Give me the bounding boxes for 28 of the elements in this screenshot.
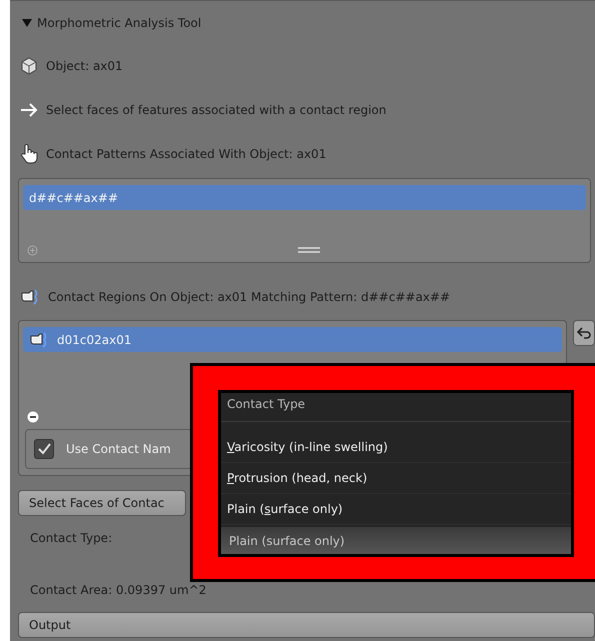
- instruction-text: Select faces of features associated with a contact region: [46, 103, 386, 117]
- undo-icon: [576, 326, 592, 340]
- menu-item[interactable]: Plain (surface only): [221, 494, 571, 525]
- remove-icon[interactable]: [27, 411, 39, 423]
- object-label: Object: ax01: [46, 59, 123, 73]
- pattern-item[interactable]: d##c##ax##: [23, 185, 586, 210]
- checkbox[interactable]: [34, 439, 54, 459]
- hand-pointer-icon: [20, 144, 38, 164]
- contact-area-text: Contact Area: 0.09397 um^2: [29, 583, 206, 597]
- menu-item[interactable]: Protrusion (head, neck): [221, 463, 571, 494]
- section-heading: Contact Patterns Associated With Object: ax01: [46, 147, 326, 161]
- cube-icon: [20, 57, 38, 75]
- section-heading: Contact Regions On Object: ax01 Matching Pattern: d##c##ax##: [48, 290, 450, 304]
- output-button[interactable]: Output: [18, 612, 595, 638]
- field-label: Contact Type:: [29, 531, 112, 545]
- pointing-hand-icon: [29, 332, 49, 348]
- menu-title: Contact Type: [221, 393, 571, 422]
- checkbox-label: Use Contact Nam: [66, 442, 171, 456]
- pointing-hand-icon: [20, 289, 40, 305]
- select-faces-button[interactable]: Select Faces of Contac: [18, 490, 186, 516]
- menu-item[interactable]: Varicosity (in-line swelling): [221, 432, 571, 463]
- undo-button[interactable]: [573, 320, 595, 346]
- resize-handle-icon[interactable]: [298, 247, 320, 253]
- collapse-triangle-icon[interactable]: [22, 18, 32, 28]
- panel-title: Morphometric Analysis Tool: [37, 16, 202, 30]
- arrow-icon: [20, 103, 38, 117]
- current-value[interactable]: Plain (surface only): [221, 527, 571, 554]
- region-item[interactable]: d01c02ax01: [23, 327, 562, 352]
